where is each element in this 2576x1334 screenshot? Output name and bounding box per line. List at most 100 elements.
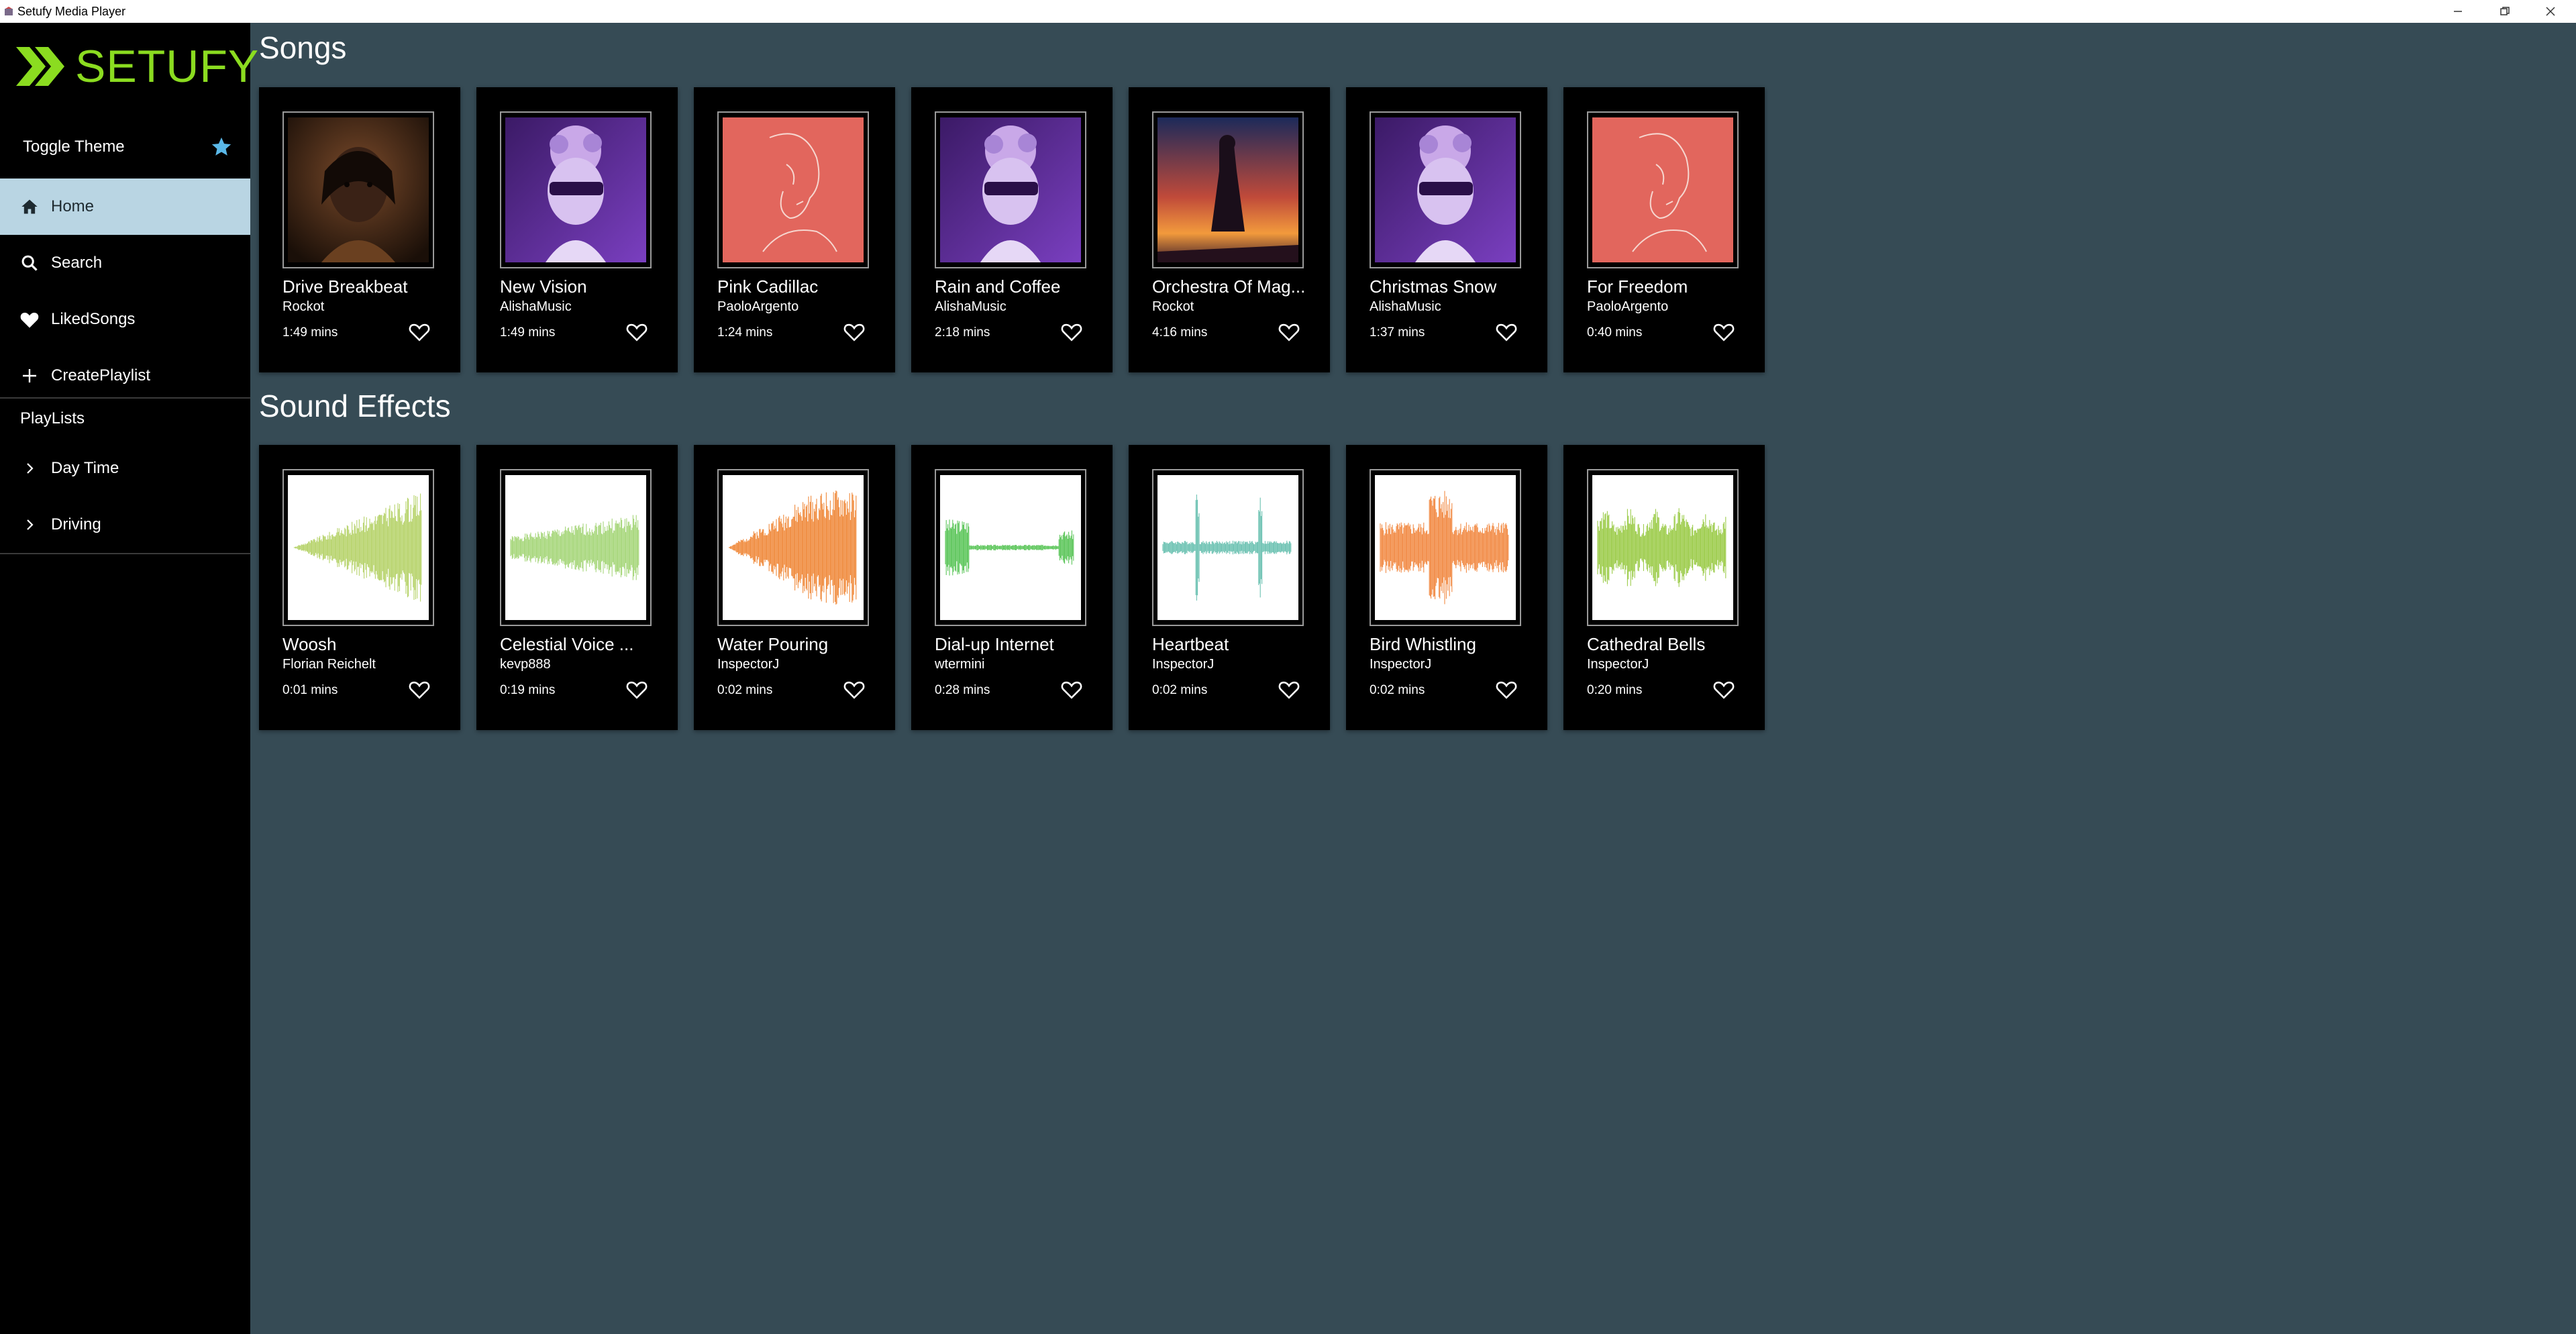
thumbnail-frame [282, 111, 434, 268]
song-artist: AlishaMusic [935, 299, 1007, 314]
thumbnail-frame [1587, 469, 1739, 626]
nav-create-playlist-label: CreatePlaylist [51, 366, 151, 384]
sound-effect-artwork [1375, 475, 1516, 620]
sound-effect-artwork [505, 475, 646, 620]
heart-outline-icon[interactable] [1060, 678, 1083, 700]
playlist-driving[interactable]: Driving [0, 497, 250, 553]
thumbnail-frame [717, 469, 869, 626]
plus-icon [19, 365, 40, 387]
sound-effect-card[interactable]: Dial-up Internet wtermini 0:28 mins [911, 445, 1113, 730]
song-card[interactable]: Christmas Snow AlishaMusic 1:37 mins [1346, 87, 1547, 372]
close-button[interactable] [2527, 0, 2574, 23]
song-title: New Vision [500, 276, 587, 297]
logo: SETUFY [15, 36, 259, 97]
nav-liked-songs[interactable]: LikedSongs [0, 291, 250, 348]
toggle-theme-button[interactable]: Toggle Theme [0, 117, 250, 177]
app-icon [5, 7, 13, 15]
nav-search-label: Search [51, 254, 103, 272]
heart-outline-icon[interactable] [1060, 321, 1083, 342]
heart-outline-icon[interactable] [843, 321, 866, 342]
playlist-day-time-label: Day Time [51, 459, 119, 477]
toggle-theme-label: Toggle Theme [23, 138, 125, 156]
sound-effect-duration: 0:28 mins [935, 683, 990, 697]
heart-outline-icon[interactable] [843, 678, 866, 700]
sound-effect-duration: 0:19 mins [500, 683, 556, 697]
sound-effect-duration: 0:02 mins [1370, 683, 1425, 697]
nav-home[interactable]: Home [0, 178, 250, 235]
chevron-right-icon [19, 514, 40, 535]
window-title: Setufy Media Player [17, 4, 126, 18]
sound-effect-artist: InspectorJ [1587, 657, 1649, 672]
sound-effect-card[interactable]: Cathedral Bells InspectorJ 0:20 mins [1563, 445, 1765, 730]
sound-effect-artist: InspectorJ [1370, 657, 1432, 672]
thumbnail-frame [935, 111, 1086, 268]
sound-effect-artist: InspectorJ [717, 657, 780, 672]
heart-outline-icon[interactable] [1278, 678, 1300, 700]
heart-outline-icon[interactable] [1278, 321, 1300, 342]
sound-effect-card[interactable]: Heartbeat InspectorJ 0:02 mins [1129, 445, 1330, 730]
sound-effect-duration: 0:02 mins [1152, 683, 1208, 697]
playlists-heading: PlayLists [20, 409, 85, 427]
sound-effect-card[interactable]: Water Pouring InspectorJ 0:02 mins [694, 445, 895, 730]
heart-outline-icon[interactable] [625, 321, 648, 342]
heart-outline-icon[interactable] [1495, 321, 1518, 342]
sound-effect-artwork [1592, 475, 1733, 620]
sidebar-divider [0, 553, 250, 554]
heart-outline-icon[interactable] [1712, 321, 1735, 342]
sound-effect-card[interactable]: Bird Whistling InspectorJ 0:02 mins [1346, 445, 1547, 730]
nav-liked-songs-label: LikedSongs [51, 310, 136, 328]
nav-search[interactable]: Search [0, 235, 250, 291]
songs-section-title: Songs [259, 30, 347, 65]
playlist-day-time[interactable]: Day Time [0, 440, 250, 497]
song-card[interactable]: For Freedom PaoloArgento 0:40 mins [1563, 87, 1765, 372]
heart-outline-icon[interactable] [1712, 678, 1735, 700]
heart-outline-icon[interactable] [625, 678, 648, 700]
minimize-button[interactable] [2434, 0, 2481, 23]
song-title: Orchestra Of Mag... [1152, 276, 1306, 297]
thumbnail-frame [717, 111, 869, 268]
song-artwork [1375, 117, 1516, 262]
heart-outline-icon[interactable] [408, 678, 431, 700]
title-bar: Setufy Media Player [0, 0, 2576, 23]
song-artist: PaoloArgento [1587, 299, 1669, 314]
logo-text: SETUFY [75, 41, 260, 92]
song-artist: PaoloArgento [717, 299, 799, 314]
heart-outline-icon[interactable] [1495, 678, 1518, 700]
song-duration: 1:49 mins [282, 325, 338, 340]
song-artist: AlishaMusic [500, 299, 572, 314]
song-title: Rain and Coffee [935, 276, 1061, 297]
thumbnail-frame [935, 469, 1086, 626]
song-artwork [1157, 117, 1298, 262]
song-title: Christmas Snow [1370, 276, 1497, 297]
song-card[interactable]: Rain and Coffee AlishaMusic 2:18 mins [911, 87, 1113, 372]
sound-effect-card[interactable]: Woosh Florian Reichelt 0:01 mins [259, 445, 460, 730]
song-artwork [940, 117, 1081, 262]
heart-outline-icon[interactable] [408, 321, 431, 342]
nav-home-label: Home [51, 197, 95, 215]
minimize-icon [2454, 11, 2462, 12]
song-card[interactable]: Pink Cadillac PaoloArgento 1:24 mins [694, 87, 895, 372]
sound-effect-duration: 0:01 mins [282, 683, 338, 697]
song-artist: AlishaMusic [1370, 299, 1441, 314]
sidebar: SETUFY Toggle Theme Home Search LikedSon… [0, 23, 258, 1334]
thumbnail-frame [282, 469, 434, 626]
thumbnail-frame [1370, 111, 1521, 268]
thumbnail-frame [1587, 111, 1739, 268]
chevron-right-icon [19, 458, 40, 479]
thumbnail-frame [500, 111, 652, 268]
song-artwork [723, 117, 864, 262]
song-card[interactable]: New Vision AlishaMusic 1:49 mins [476, 87, 678, 372]
sound-effect-title: Celestial Voice ... [500, 634, 634, 654]
nav-create-playlist[interactable]: CreatePlaylist [0, 348, 250, 404]
sound-effect-card[interactable]: Celestial Voice ... kevp888 0:19 mins [476, 445, 678, 730]
sound-effect-artist: InspectorJ [1152, 657, 1215, 672]
song-card[interactable]: Drive Breakbeat Rockot 1:49 mins [259, 87, 460, 372]
song-duration: 4:16 mins [1152, 325, 1208, 340]
sound-effect-artwork [1157, 475, 1298, 620]
restore-button[interactable] [2481, 0, 2528, 23]
sound-effect-artwork [940, 475, 1081, 620]
sound-effect-artist: wtermini [935, 657, 985, 672]
song-card[interactable]: Orchestra Of Mag... Rockot 4:16 mins [1129, 87, 1330, 372]
sound-effect-artwork [288, 475, 429, 620]
sound-effect-title: Cathedral Bells [1587, 634, 1706, 654]
